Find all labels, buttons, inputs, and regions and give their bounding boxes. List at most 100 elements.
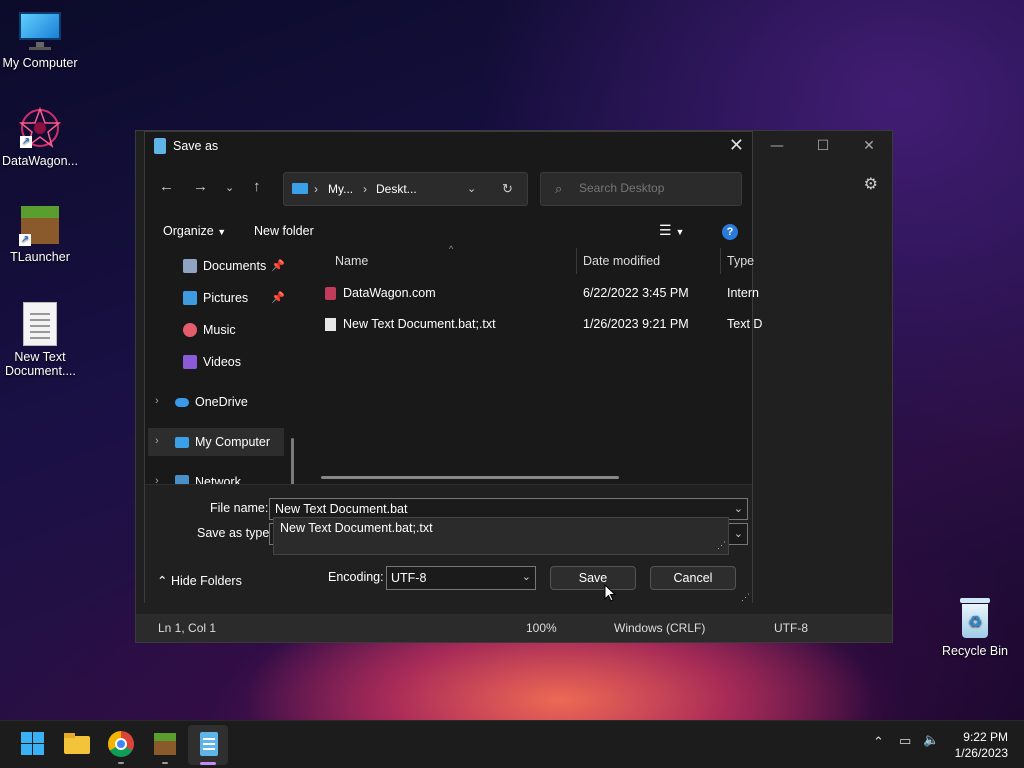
mouse-cursor-icon xyxy=(604,584,616,602)
file-row[interactable]: New Text Document.bat;.txt 1/26/2023 9:2… xyxy=(305,311,762,339)
save-button[interactable]: Save xyxy=(550,566,636,590)
up-icon[interactable]: ↑ xyxy=(253,178,261,195)
new-folder-button[interactable]: New folder xyxy=(254,224,314,238)
file-name-input[interactable] xyxy=(275,502,705,516)
column-header-type[interactable]: Type xyxy=(727,254,754,268)
column-header-date[interactable]: Date modified xyxy=(583,254,660,268)
dialog-titlebar: Save as ✕ xyxy=(145,132,752,162)
close-icon[interactable]: ✕ xyxy=(846,131,892,161)
start-icon[interactable] xyxy=(20,731,46,757)
system-clock[interactable]: 9:22 PM 1/26/2023 xyxy=(955,729,1008,761)
desktop-icon-my-computer[interactable]: My Computer xyxy=(0,10,80,70)
resize-grip-icon[interactable]: ⋰ xyxy=(717,540,726,551)
videos-icon xyxy=(183,355,197,369)
status-bar: Ln 1, Col 1 100% Windows (CRLF) UTF-8 xyxy=(136,614,892,642)
grass-block-icon[interactable] xyxy=(152,731,178,757)
desktop-icon-new-text-document[interactable]: New Text Document.... xyxy=(0,302,80,378)
chevron-down-icon[interactable]: ⌄ xyxy=(522,570,531,583)
cloud-icon xyxy=(175,398,189,407)
desktop-icon-recycle-bin[interactable]: ♻ Recycle Bin xyxy=(935,598,1015,658)
chevron-down-icon[interactable]: ⌄ xyxy=(467,182,476,195)
gear-icon[interactable]: ⚙ xyxy=(864,174,878,193)
desktop-icon-label: New Text Document.... xyxy=(5,350,76,378)
file-type: Intern xyxy=(727,286,759,300)
organize-button[interactable]: Organize ▼ xyxy=(163,224,226,238)
resize-grip-icon[interactable]: ⋰ xyxy=(741,592,750,603)
file-list: Name ^ Date modified Type DataWagon.com … xyxy=(305,244,762,484)
column-header-name[interactable]: Name xyxy=(335,254,368,268)
back-icon[interactable]: ← xyxy=(159,178,174,195)
nav-item-label: Music xyxy=(203,323,236,337)
refresh-icon[interactable]: ↻ xyxy=(502,181,513,197)
desktop-icon-tlauncher[interactable]: ↗ TLauncher xyxy=(0,204,80,264)
chevron-right-icon[interactable]: › xyxy=(155,395,159,407)
pin-icon: 📌 xyxy=(271,260,285,272)
clock-date: 1/26/2023 xyxy=(954,746,1008,760)
column-headers: Name ^ Date modified Type xyxy=(305,244,754,274)
file-name: New Text Document.bat;.txt xyxy=(343,317,496,331)
datawagon-icon: ↗ xyxy=(18,106,62,150)
nav-item-onedrive[interactable]: › OneDrive xyxy=(145,388,303,416)
file-name: DataWagon.com xyxy=(343,286,436,300)
breadcrumb-item[interactable]: My... xyxy=(328,182,353,196)
search-box[interactable]: ⌕ xyxy=(540,172,742,206)
file-row[interactable]: DataWagon.com 6/22/2022 3:45 PM Intern xyxy=(305,280,759,308)
navigation-pane: Documents 📌 Pictures 📌 Music Videos › On… xyxy=(145,248,303,484)
chevron-right-icon[interactable]: › xyxy=(155,435,159,447)
search-input[interactable] xyxy=(579,181,729,195)
running-indicator xyxy=(118,762,124,764)
breadcrumb-item[interactable]: Deskt... xyxy=(376,182,417,196)
minimize-icon[interactable]: — xyxy=(754,131,800,161)
nav-item-label: Documents xyxy=(203,259,267,273)
column-divider[interactable] xyxy=(720,248,721,274)
running-indicator xyxy=(162,762,168,764)
autocomplete-dropdown: New Text Document.bat;.txt ⋰ xyxy=(273,517,729,555)
nav-item-label: Network xyxy=(195,475,241,484)
chevron-down-icon[interactable]: ⌄ xyxy=(734,502,743,515)
nav-scrollbar[interactable] xyxy=(291,438,294,484)
maximize-icon[interactable]: ☐ xyxy=(800,131,846,161)
breadcrumb-separator: › xyxy=(363,182,367,196)
chevron-down-icon[interactable]: ⌄ xyxy=(734,527,743,540)
navigation-bar: ← → ⌄ ↑ › My... › Deskt... ⌄ ↻ ⌕ xyxy=(145,172,752,206)
recent-locations-icon[interactable]: ⌄ xyxy=(225,181,234,194)
chrome-icon[interactable] xyxy=(108,731,134,757)
network-icon[interactable]: ▭ xyxy=(899,734,911,749)
dialog-toolbar: Organize ▼ New folder ☰ ▼ ? xyxy=(145,218,752,246)
column-divider[interactable] xyxy=(576,248,577,274)
nav-item-network[interactable]: › Network xyxy=(145,468,303,484)
search-icon: ⌕ xyxy=(555,181,563,196)
hide-folders-button[interactable]: ⌃ Hide Folders xyxy=(157,573,242,588)
chevron-right-icon[interactable]: › xyxy=(155,475,159,484)
nav-item-music[interactable]: Music xyxy=(145,316,303,344)
volume-icon[interactable]: 🔈 xyxy=(923,733,939,748)
nav-item-videos[interactable]: Videos xyxy=(145,348,303,376)
close-icon[interactable]: ✕ xyxy=(729,135,744,156)
save-as-type-label: Save as type: xyxy=(197,526,273,540)
desktop-icon-label: My Computer xyxy=(2,56,78,70)
forward-icon[interactable]: → xyxy=(193,178,208,195)
encoding-value: UTF-8 xyxy=(391,571,427,585)
horizontal-scrollbar[interactable] xyxy=(321,476,619,479)
help-icon[interactable]: ? xyxy=(722,224,738,240)
notepad-icon[interactable] xyxy=(196,731,222,757)
desktop-icon-datawagon[interactable]: ↗ DataWagon... xyxy=(0,106,80,168)
autocomplete-item[interactable]: New Text Document.bat;.txt xyxy=(280,521,433,535)
clock-time: 9:22 PM xyxy=(963,730,1008,744)
address-bar[interactable]: › My... › Deskt... ⌄ ↻ xyxy=(283,172,528,206)
nav-item-pictures[interactable]: Pictures 📌 xyxy=(145,284,303,312)
cancel-button[interactable]: Cancel xyxy=(650,566,736,590)
view-options-icon[interactable]: ☰ ▼ xyxy=(659,222,684,239)
nav-item-my-computer[interactable]: › My Computer xyxy=(148,428,284,456)
organize-label: Organize xyxy=(163,224,214,238)
breadcrumb-separator: › xyxy=(314,182,318,196)
music-icon xyxy=(183,323,197,337)
encoding-select[interactable]: UTF-8 ⌄ xyxy=(386,566,536,590)
file-type: Text D xyxy=(727,317,763,331)
nav-item-documents[interactable]: Documents 📌 xyxy=(145,252,303,280)
shortcut-icon xyxy=(325,287,336,300)
chevron-up-icon[interactable]: ⌃ xyxy=(873,735,884,750)
desktop-icon-label: TLauncher xyxy=(10,250,70,264)
recycle-bin-icon: ♻ xyxy=(957,598,993,640)
file-explorer-icon[interactable] xyxy=(64,731,90,757)
